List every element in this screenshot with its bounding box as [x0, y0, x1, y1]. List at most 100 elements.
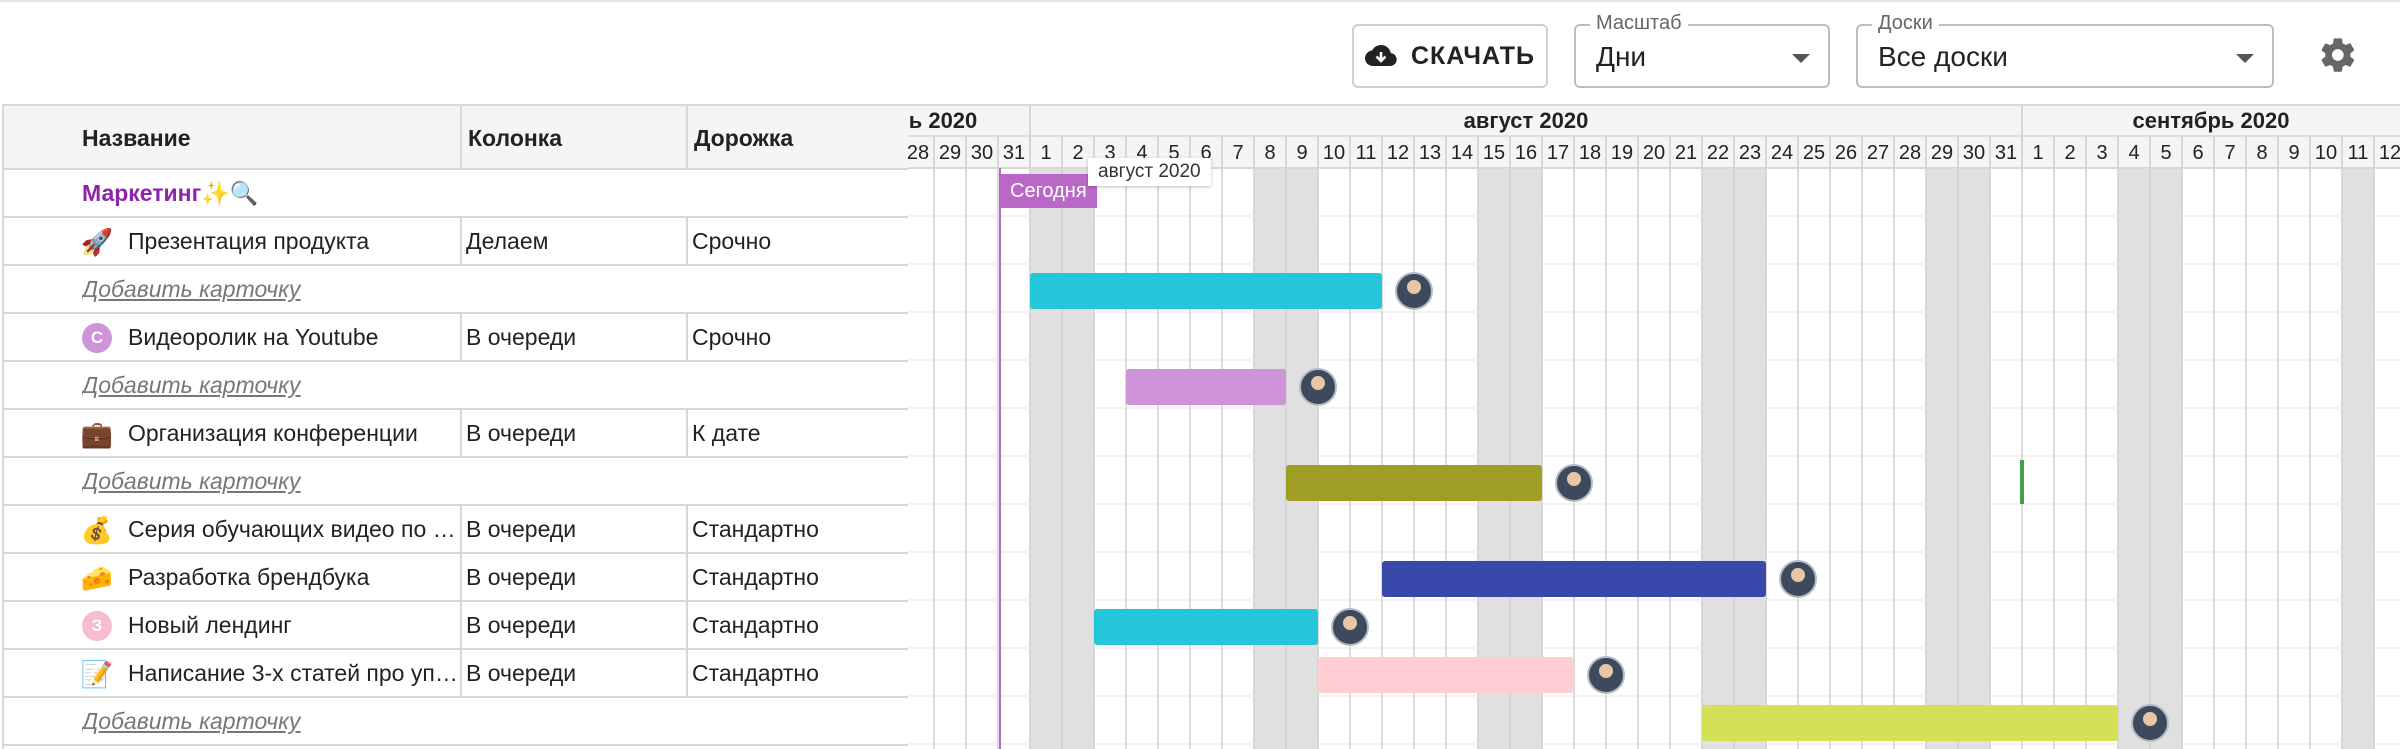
scale-label: Масштаб: [1590, 12, 1688, 35]
day-label: 11: [2348, 142, 2369, 164]
column-divider: [460, 650, 462, 696]
day-label: 30: [971, 142, 993, 164]
task-title: Презентация продукта: [128, 228, 370, 254]
day-label: 23: [1739, 142, 1761, 164]
table-row[interactable]: 📝 Написание 3-х статей про уп… В очереди Ст…: [4, 650, 910, 698]
column-divider: [686, 410, 688, 456]
day-label: 7: [1232, 142, 1243, 164]
task-title: Организация конференции: [128, 420, 418, 446]
avatar-letter-icon: З: [82, 611, 112, 641]
column-header-column[interactable]: Колонка: [458, 106, 562, 168]
column-header-lane[interactable]: Дорожка: [684, 106, 793, 168]
day-label: 20: [1643, 142, 1665, 164]
day-label: 12: [2379, 142, 2400, 164]
add-card-link[interactable]: Добавить карточку: [82, 266, 301, 312]
group-row[interactable]: Маркетинг✨🔍: [4, 170, 910, 218]
timeline-chart[interactable]: ль 2020август 2020сентябрь 2020282930311…: [908, 104, 2400, 749]
today-flag: Сегодня: [1000, 174, 1097, 208]
task-lane: К дате: [692, 420, 761, 446]
column-divider: [460, 218, 462, 264]
task-bar: [1030, 273, 1382, 309]
column-divider: [460, 410, 462, 456]
day-label: 28: [1899, 142, 1921, 164]
group-emoji-icon: ✨🔍: [201, 180, 259, 206]
column-divider: [686, 602, 688, 648]
task-emoji-icon: 💰: [80, 514, 114, 545]
task-lane: Стандартно: [692, 516, 819, 542]
day-label: 3: [2096, 142, 2107, 164]
task-bar: [1126, 369, 1286, 405]
weekend-column: [1734, 168, 1766, 749]
task-column: Делаем: [466, 228, 549, 254]
add-card-row[interactable]: Добавить карточку: [4, 698, 910, 746]
table-header: Название Колонка Дорожка: [4, 106, 910, 170]
task-title: Серия обучающих видео по е…: [128, 516, 458, 542]
add-card-link[interactable]: Добавить карточку: [82, 458, 301, 504]
task-emoji-icon: 🚀: [80, 226, 114, 257]
download-label: СКАЧАТЬ: [1410, 41, 1536, 70]
table-row[interactable]: 💰 Серия обучающих видео по е… В очереди Ста…: [4, 506, 910, 554]
add-card-row[interactable]: Добавить карточку: [4, 362, 910, 410]
scale-value: Дни: [1596, 41, 1647, 72]
day-label: 8: [1264, 142, 1275, 164]
day-label: 11: [1356, 142, 1377, 164]
task-emoji-icon: 💼: [80, 418, 114, 449]
day-label: 14: [1451, 142, 1473, 164]
task-title: Видеоролик на Youtube: [128, 324, 379, 350]
day-label: 10: [1323, 142, 1345, 164]
date-marker: [2020, 460, 2024, 504]
column-header-title[interactable]: Название: [72, 106, 191, 168]
day-label: 26: [1835, 142, 1857, 164]
day-label: 13: [1419, 142, 1441, 164]
avatar-face: [1311, 376, 1325, 390]
boards-select[interactable]: Доски Все доски: [1856, 12, 2274, 88]
add-card-row[interactable]: Добавить карточку: [4, 266, 910, 314]
chevron-down-icon: [2236, 54, 2254, 63]
column-divider: [686, 314, 688, 360]
day-label: 2: [2064, 142, 2075, 164]
add-card-row[interactable]: Добавить карточку: [4, 458, 910, 506]
day-label: 19: [1611, 142, 1633, 164]
task-lane: Стандартно: [692, 612, 819, 638]
scale-select[interactable]: Масштаб Дни: [1574, 12, 1830, 88]
column-divider: [460, 314, 462, 360]
task-title: Новый лендинг: [128, 612, 292, 638]
weekend-column: [1926, 168, 1958, 749]
day-label: 10: [2315, 142, 2337, 164]
weekend-column: [1702, 168, 1734, 749]
column-divider: [686, 106, 688, 170]
task-column: В очереди: [466, 420, 577, 446]
task-bar: [1382, 561, 1766, 597]
gantt-view: Название Колонка Дорожка Маркетинг✨🔍 🚀 Пр…: [0, 104, 2400, 749]
column-divider: [686, 554, 688, 600]
table-row[interactable]: 🧀 Разработка брендбука В очереди Стандартно: [4, 554, 910, 602]
month-label: ль 2020: [908, 108, 977, 133]
day-label: 30: [1963, 142, 1985, 164]
table-row[interactable]: 💼 Организация конференции В очереди К дате: [4, 410, 910, 458]
column-divider: [686, 218, 688, 264]
column-divider: [460, 106, 462, 170]
day-label: 4: [2128, 142, 2139, 164]
column-divider: [686, 506, 688, 552]
column-divider: [460, 506, 462, 552]
day-label: 2: [1072, 142, 1083, 164]
table-row[interactable]: 🚀 Презентация продукта Делаем Срочно: [4, 218, 910, 266]
task-title: Написание 3-х статей про уп…: [128, 660, 458, 686]
toolbar: СКАЧАТЬ Масштаб Дни Доски Все доски: [0, 0, 2400, 104]
task-column: В очереди: [466, 564, 577, 590]
download-button[interactable]: СКАЧАТЬ: [1352, 24, 1548, 88]
column-divider: [686, 650, 688, 696]
day-label: 6: [2192, 142, 2203, 164]
add-card-link[interactable]: Добавить карточку: [82, 362, 301, 408]
timeline-svg: ль 2020август 2020сентябрь 2020282930311…: [908, 106, 2400, 749]
group-title: Маркетинг: [82, 180, 202, 206]
gear-icon[interactable]: [2318, 35, 2358, 75]
table-row[interactable]: З Новый лендинг В очереди Стандартно: [4, 602, 910, 650]
task-title: Разработка брендбука: [128, 564, 370, 590]
table-row[interactable]: С Видеоролик на Youtube В очереди Срочно: [4, 314, 910, 362]
day-label: 29: [1931, 142, 1953, 164]
task-lane: Срочно: [692, 324, 772, 350]
task-emoji-icon: 📝: [80, 658, 114, 689]
add-card-link[interactable]: Добавить карточку: [82, 698, 301, 744]
day-label: 9: [2288, 142, 2299, 164]
